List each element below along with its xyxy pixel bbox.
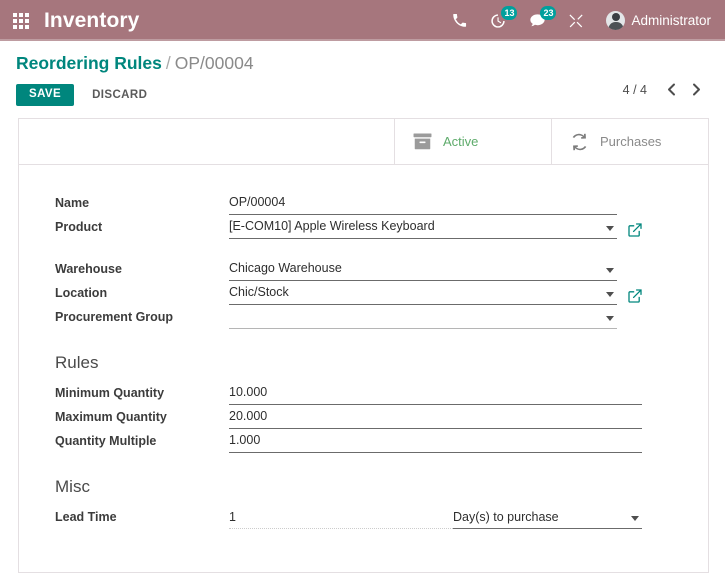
apps-grid-dot	[19, 18, 23, 23]
avatar-head	[611, 13, 620, 21]
lead-time-unit-select[interactable]: Day(s) to purchase	[453, 506, 642, 529]
name-value: OP/00004	[229, 194, 286, 209]
field-warehouse: Chicago Warehouse	[229, 257, 642, 281]
label-location: Location	[55, 286, 108, 300]
field-minimum-quantity: 10.000	[229, 381, 642, 405]
minimum-quantity-input[interactable]: 10.000	[229, 382, 642, 405]
location-input[interactable]: Chic/Stock	[229, 282, 617, 305]
lead-time-row: 1 Day(s) to purchase	[229, 506, 642, 529]
name-input[interactable]: OP/00004	[229, 192, 617, 215]
label-name: Name	[55, 196, 90, 210]
messages-chat-icon[interactable]: 23	[526, 5, 557, 32]
field-product: [E-COM10] Apple Wireless Keyboard	[229, 215, 642, 239]
apps-grid-dot	[13, 24, 17, 29]
breadcrumb-reordering-rules[interactable]: Reordering Rules	[16, 53, 162, 73]
apps-grid-dot	[25, 24, 29, 29]
form-sheet: Active Purchases Name OP/00004 Product […	[18, 118, 709, 573]
minimum-quantity-value: 10.000	[229, 384, 268, 399]
chevron-down-icon[interactable]	[606, 292, 614, 297]
apps-grid-dot	[13, 18, 17, 23]
stat-button-box: Active Purchases	[19, 119, 708, 165]
field-group-main: Name OP/00004 Product [E-COM10] Apple Wi…	[19, 191, 708, 239]
quantity-multiple-value: 1.000	[229, 432, 261, 447]
lead-time-quantity-value: 1	[229, 509, 236, 524]
activity-clock-icon[interactable]: 13	[487, 5, 518, 32]
form-body: Name OP/00004 Product [E-COM10] Apple Wi…	[19, 165, 708, 529]
procurement-group-input[interactable]	[229, 306, 617, 329]
label-minimum-quantity: Minimum Quantity	[55, 386, 165, 400]
avatar-body	[608, 21, 624, 30]
control-panel: Reordering Rules / OP/00004 SAVE DISCARD 4…	[0, 41, 725, 107]
label-product: Product	[55, 220, 103, 234]
apps-grid-icon[interactable]	[10, 10, 32, 32]
location-external-link-icon[interactable]	[628, 289, 642, 303]
user-name: Administrator	[631, 13, 711, 28]
field-location: Chic/Stock	[229, 281, 642, 305]
product-input[interactable]: [E-COM10] Apple Wireless Keyboard	[229, 216, 617, 239]
breadcrumb-current-record: OP/00004	[174, 53, 254, 73]
discard-button[interactable]: DISCARD	[88, 84, 151, 106]
stat-button-purchases[interactable]: Purchases	[551, 119, 708, 164]
user-menu[interactable]: Administrator	[606, 11, 711, 30]
archive-box-icon	[413, 133, 432, 150]
field-group-rules: Minimum Quantity 10.000 Maximum Quantity…	[19, 381, 708, 453]
lead-time-unit-value: Day(s) to purchase	[453, 509, 559, 524]
chevron-down-icon[interactable]	[606, 268, 614, 273]
chevron-down-icon[interactable]	[631, 516, 639, 521]
stat-button-purchases-label: Purchases	[600, 134, 662, 149]
stat-button-active-label: Active	[443, 134, 479, 149]
pager: 4 / 4	[623, 81, 709, 98]
product-value: [E-COM10] Apple Wireless Keyboard	[229, 218, 435, 233]
section-title-misc: Misc	[55, 477, 90, 496]
pager-previous-button[interactable]	[659, 81, 684, 98]
apps-grid-dot	[25, 12, 29, 17]
field-maximum-quantity: 20.000	[229, 405, 642, 429]
stat-button-active[interactable]: Active	[394, 119, 551, 164]
record-action-buttons: SAVE DISCARD	[16, 83, 709, 107]
field-group-misc: Lead Time 1 Day(s) to purchase	[19, 505, 708, 529]
location-value: Chic/Stock	[229, 284, 289, 299]
pager-next-button[interactable]	[684, 81, 709, 98]
maximum-quantity-input[interactable]: 20.000	[229, 406, 642, 429]
pager-count: 4 / 4	[622, 82, 647, 97]
breadcrumb: Reordering Rules / OP/00004	[16, 52, 709, 74]
apps-grid-dot	[19, 12, 23, 17]
phone-icon[interactable]	[448, 10, 470, 32]
avatar	[606, 11, 626, 30]
label-quantity-multiple: Quantity Multiple	[55, 434, 157, 448]
apps-grid-dot	[13, 12, 17, 17]
product-external-link-icon[interactable]	[628, 223, 642, 237]
top-navbar: Inventory 13 23 Administrator	[0, 0, 725, 41]
warehouse-value: Chicago Warehouse	[229, 260, 342, 275]
label-warehouse: Warehouse	[55, 262, 122, 276]
quantity-multiple-input[interactable]: 1.000	[229, 430, 642, 453]
apps-grid-dot	[25, 18, 29, 23]
chevron-down-icon[interactable]	[606, 226, 614, 231]
label-procurement-group: Procurement Group	[55, 310, 174, 324]
maximum-quantity-value: 20.000	[229, 408, 268, 423]
chevron-down-icon[interactable]	[606, 316, 614, 321]
label-maximum-quantity: Maximum Quantity	[55, 410, 167, 424]
field-lead-time: 1 Day(s) to purchase	[229, 505, 642, 529]
messages-badge-count: 23	[540, 5, 557, 20]
save-button[interactable]: SAVE	[16, 83, 75, 107]
activity-badge-count: 13	[501, 5, 518, 20]
lead-time-quantity-input[interactable]: 1	[229, 506, 453, 529]
field-quantity-multiple: 1.000	[229, 429, 642, 453]
field-group-location: Warehouse Chicago Warehouse Location Chi…	[19, 257, 708, 329]
tools-icon[interactable]	[565, 10, 587, 32]
refresh-cycle-icon	[570, 133, 589, 151]
label-lead-time: Lead Time	[55, 510, 117, 524]
apps-grid-dot	[19, 24, 23, 29]
app-name-inventory[interactable]: Inventory	[44, 9, 139, 33]
navbar-right-menu: 13 23 Administrator	[448, 5, 711, 32]
breadcrumb-separator: /	[165, 53, 171, 73]
section-title-rules: Rules	[55, 353, 99, 372]
field-procurement-group	[229, 305, 642, 329]
warehouse-input[interactable]: Chicago Warehouse	[229, 258, 617, 281]
field-name: OP/00004	[229, 191, 642, 215]
